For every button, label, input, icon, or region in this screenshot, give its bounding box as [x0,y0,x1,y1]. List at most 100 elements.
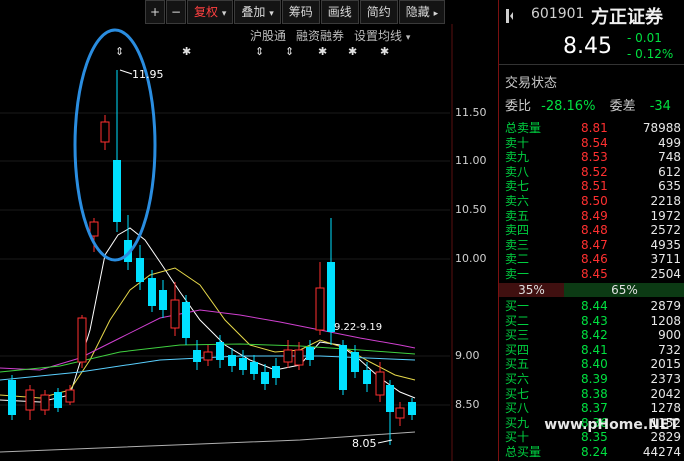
order-level-label: 买三 [505,328,530,343]
chips-button[interactable]: 筹码 [281,0,320,24]
kline-svg[interactable]: 11.95 8.05 9.22-9.19 ⇕ ✱ ⇕ ⇕ ✱ ✱ ✱ [0,0,497,461]
order-volume: 748 [658,150,681,165]
zoom-out-button[interactable]: − [166,0,186,24]
order-price: 8.42 [581,328,608,343]
order-diff-value: -34 [649,99,671,114]
buy-order-row[interactable]: 买七 8.38 2042 [505,387,681,401]
high-marker: 11.95 [119,68,164,81]
draw-line-button[interactable]: 画线 [320,0,359,24]
order-level-label: 买五 [505,357,530,372]
event-marker-star: ✱ [380,45,389,58]
buy-order-row[interactable]: 买五 8.40 2015 [505,357,681,371]
sell-order-row[interactable]: 卖二 8.46 3711 [505,252,681,266]
sell-order-row[interactable]: 卖三 8.47 4935 [505,238,681,252]
sell-order-row[interactable]: 卖七 8.51 635 [505,179,681,193]
candle-body [25,389,35,411]
candle-body [351,352,359,372]
zoom-in-button[interactable]: + [145,0,165,24]
sell-order-row[interactable]: 卖八 8.52 612 [505,165,681,179]
candle-body [315,287,325,331]
order-level-label: 卖三 [505,237,530,252]
sell-order-row[interactable]: 卖五 8.49 1972 [505,209,681,223]
candle-body [408,402,416,415]
margin-trading-link[interactable]: 融资融券 [296,27,344,44]
candle-body [250,362,258,374]
chevron-right-icon: ▸ [433,9,439,19]
order-ratio-row: 委比 -28.16% 委差 -34 [505,95,671,114]
order-price: 8.50 [581,194,608,208]
order-price: 8.48 [581,223,608,238]
buy-order-row[interactable]: 买四 8.41 732 [505,343,681,357]
restore-rights-label: 复权 [194,5,219,19]
sell-order-row[interactable]: 卖一 8.45 2504 [505,267,681,281]
order-volume: 900 [658,328,681,343]
order-level-label: 卖六 [505,194,530,208]
overlay-label: 叠加 [241,5,266,19]
order-price: 8.53 [581,150,608,165]
buy-order-row[interactable]: 买三 8.42 900 [505,328,681,342]
price-change: - 0.01 [627,31,662,45]
candle-body [261,372,269,384]
buy-order-row[interactable]: 总买量 8.24 44274 [505,445,681,459]
watermark: www.pHome.NET [544,417,679,433]
order-volume: 4935 [650,237,681,252]
order-level-label: 买四 [505,342,530,357]
order-volume: 2504 [650,267,681,281]
event-markers: ⇕ ✱ ⇕ ⇕ ✱ ✱ ✱ [115,45,389,58]
buy-order-row[interactable]: 买一 8.44 2879 [505,299,681,313]
sell-order-row[interactable]: 卖四 8.48 2572 [505,223,681,237]
buy-order-row[interactable]: 买八 8.37 1278 [505,401,681,415]
order-level-label: 卖九 [505,150,530,165]
last-price: 8.45 [563,34,612,59]
overlay-button[interactable]: 叠加 ▾ [234,0,281,24]
event-marker-star: ✱ [318,45,327,58]
order-diff-label: 委差 [609,99,636,114]
order-volume: 2015 [650,357,681,372]
buy-sell-ratio-bar: 35% 65% [499,283,684,297]
sub-toolbar: 沪股通 融资融券 设置均线 ▾ [250,27,410,44]
stock-name: 方正证券 [591,7,663,28]
event-marker-arrow: ⇕ [115,45,124,58]
order-price: 8.46 [581,252,608,267]
price-tick: 10.50 [455,203,487,216]
sell-order-row[interactable]: 卖九 8.53 748 [505,150,681,164]
price-tick: 10.00 [455,252,487,265]
buy-ratio-segment: 35% [499,283,564,297]
candle-body [363,370,371,384]
ma-settings-button[interactable]: 设置均线 ▾ [354,27,410,44]
order-ratio-label: 委比 [505,99,532,114]
ma-settings-label: 设置均线 [354,29,403,43]
event-marker-arrow: ⇕ [285,45,294,58]
sell-order-row[interactable]: 卖六 8.50 2218 [505,194,681,208]
buy-order-row[interactable]: 买二 8.43 1208 [505,314,681,328]
order-volume: 44274 [642,445,681,459]
order-volume: 732 [658,342,681,357]
candle-body [272,366,280,378]
hide-label: 隐藏 [405,5,430,19]
candle-body [395,407,405,419]
order-price: 8.54 [581,135,608,150]
candle-body [375,371,385,396]
order-level-label: 总卖量 [505,121,542,135]
buy-order-row[interactable]: 买六 8.39 2373 [505,372,681,386]
candle-body [294,349,304,366]
order-price: 8.52 [581,164,608,179]
hk-connect-link[interactable]: 沪股通 [250,27,286,44]
collapse-icon[interactable] [505,8,513,24]
order-level-label: 买六 [505,372,530,386]
chevron-down-icon: ▾ [221,9,227,19]
kline-chart-area[interactable]: 11.95 8.05 9.22-9.19 ⇕ ✱ ⇕ ⇕ ✱ ✱ ✱ + − 复… [0,0,497,461]
restore-rights-button[interactable]: 复权 ▾ [187,0,234,24]
brief-button[interactable]: 简约 [359,0,398,24]
sell-order-row[interactable]: 总卖量 8.81 78988 [505,121,681,135]
sell-order-row[interactable]: 卖十 8.54 499 [505,136,681,150]
range-label: 9.22-9.19 [334,322,382,333]
candle-body [182,302,190,338]
order-price: 8.44 [581,299,608,313]
low-label: 8.05 [352,437,377,450]
price-change-percent: - 0.12% [627,47,674,61]
order-price: 8.45 [581,267,608,281]
hide-button[interactable]: 隐藏 ▸ [398,0,446,24]
candle-body [159,290,167,310]
order-level-label: 卖八 [505,164,530,179]
